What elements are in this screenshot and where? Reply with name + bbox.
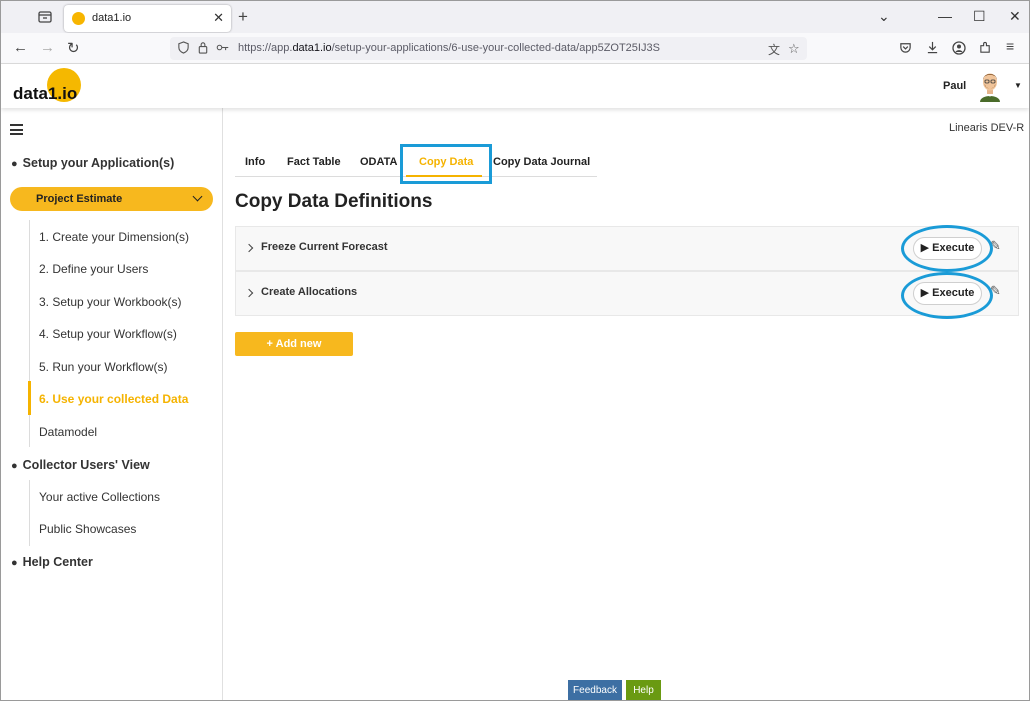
url-bar[interactable]: https://app.data1.io/setup-your-applicat… [170,37,807,60]
user-menu-caret-icon[interactable]: ▼ [1014,81,1022,90]
sidebar-item-run-workflows[interactable]: 5. Run your Workflow(s) [39,360,167,374]
chevron-right-icon[interactable] [244,243,254,253]
tab-list-icon[interactable] [37,9,53,25]
chevron-right-icon[interactable] [244,288,254,298]
feedback-button[interactable]: Feedback [568,680,622,700]
shield-icon[interactable] [177,41,190,54]
forward-button[interactable]: → [40,39,55,56]
collector-list [29,480,30,546]
sidebar-item-public-showcases[interactable]: Public Showcases [39,522,136,536]
maximize-button[interactable]: ☐ [973,8,986,25]
sidebar-item-active-collections[interactable]: Your active Collections [39,490,160,504]
logo-text[interactable]: data1.io [13,84,77,104]
project-selector-label: Project Estimate [36,193,123,205]
tab-info[interactable]: Info [245,156,265,168]
minimize-button[interactable]: — [938,8,952,24]
app-header: data1.io Paul ▼ [1,64,1029,108]
sidebar-item-use-collected-data[interactable]: 6. Use your collected Data [39,392,188,406]
hamburger-menu-icon[interactable] [10,124,23,135]
url-text: https://app.data1.io/setup-your-applicat… [238,42,660,54]
tab-fact-table[interactable]: Fact Table [287,156,341,168]
browser-tab[interactable]: data1.io ✕ [64,5,231,32]
highlight-box-copy-data-tab [400,144,492,184]
add-new-button[interactable]: + Add new [235,332,353,356]
sidebar-item-datamodel[interactable]: Datamodel [39,425,97,439]
sidebar-item-setup-workflows[interactable]: 4. Setup your Workflow(s) [39,327,177,341]
sidebar-item-create-dimensions[interactable]: 1. Create your Dimension(s) [39,230,189,244]
highlight-ellipse-execute-1 [901,225,993,272]
close-tab-icon[interactable]: ✕ [213,10,224,26]
app-menu-icon[interactable]: ≡ [1006,38,1014,54]
sidebar-item-define-users[interactable]: 2. Define your Users [39,262,148,276]
sidebar-section-collector-view[interactable]: Collector Users' View [11,458,150,472]
browser-tab-strip: data1.io ✕ + ⌄ — ☐ ✕ [1,1,1029,33]
download-icon[interactable] [926,41,939,54]
close-window-button[interactable]: ✕ [1009,8,1021,25]
tab-copy-data-journal[interactable]: Copy Data Journal [493,156,590,168]
project-selector[interactable]: Project Estimate [10,187,213,211]
new-tab-button[interactable]: + [238,7,248,27]
sidebar-section-setup[interactable]: Setup your Application(s) [11,156,175,170]
chevron-down-icon [192,191,203,202]
sidebar-section-help-center[interactable]: Help Center [11,555,93,569]
copy-definition-name: Create Allocations [261,286,358,298]
browser-navigation-bar: ← → ↻ https://app.data1.io/setup-your-ap… [1,33,1029,64]
bookmark-star-icon[interactable]: ☆ [788,41,800,57]
page-title: Copy Data Definitions [235,191,433,212]
sidebar: Setup your Application(s) Project Estima… [1,108,223,700]
browser-tab-title: data1.io [92,12,132,24]
reload-button[interactable]: ↻ [67,39,80,57]
key-icon[interactable] [216,41,230,54]
pocket-icon[interactable] [899,41,912,54]
active-item-indicator [28,381,31,415]
browser-window: data1.io ✕ + ⌄ — ☐ ✕ ← → ↻ https://app.d [0,0,1030,701]
user-name[interactable]: Paul [943,80,966,92]
lock-icon[interactable] [197,41,209,54]
environment-label: Linearis DEV-R [949,122,1025,134]
back-button[interactable]: ← [13,39,28,56]
sidebar-item-setup-workbooks[interactable]: 3. Setup your Workbook(s) [39,295,182,309]
account-icon[interactable] [952,41,966,55]
tab-overflow-chevron-icon[interactable]: ⌄ [878,8,890,25]
help-button[interactable]: Help [626,680,661,700]
copy-definition-name: Freeze Current Forecast [261,241,388,253]
highlight-ellipse-execute-2 [901,272,993,319]
user-avatar-icon[interactable] [976,70,1004,102]
favicon-icon [72,12,85,25]
tab-odata[interactable]: ODATA [360,156,397,168]
extensions-icon[interactable] [979,41,992,54]
translate-icon[interactable]: 文 [768,41,780,58]
